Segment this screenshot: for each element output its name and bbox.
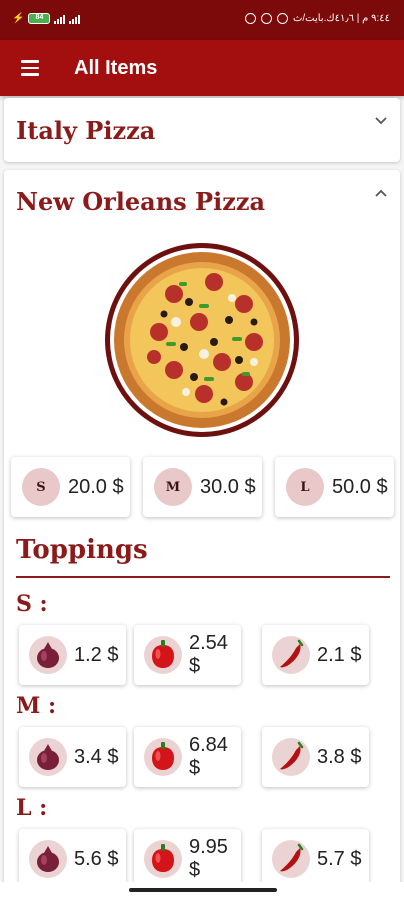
home-gesture-handle[interactable] xyxy=(129,888,277,892)
toppings-divider xyxy=(16,576,390,578)
hamburger-menu-icon[interactable] xyxy=(0,40,60,96)
app-bar: All Items xyxy=(0,40,404,96)
topping-card-onion[interactable]: 1.2 $ xyxy=(19,625,126,685)
size-badge: M xyxy=(154,468,192,506)
topping-price: 2.54 $ xyxy=(189,632,228,677)
vpn-icon xyxy=(244,13,256,24)
chili-pepper-icon xyxy=(272,738,310,776)
chili-pepper-icon xyxy=(272,636,310,674)
topping-card-chili[interactable]: 2.1 $ xyxy=(262,625,369,685)
topping-price: 1.2 $ xyxy=(74,643,119,666)
size-price-card-l[interactable]: L 50.0 $ xyxy=(275,457,394,517)
status-left: ⚡ 84 xyxy=(12,13,81,24)
size-price-card-m[interactable]: M 30.0 $ xyxy=(143,457,262,517)
signal-icon xyxy=(54,14,66,24)
system-nav-bar xyxy=(0,882,404,900)
category-title[interactable]: New Orleans Pizza xyxy=(16,187,265,216)
size-price: 20.0 $ xyxy=(68,475,124,498)
size-price-card-s[interactable]: S 20.0 $ xyxy=(11,457,130,517)
pizza-image xyxy=(104,242,300,438)
bell-pepper-icon xyxy=(144,636,182,674)
data-saver-icon xyxy=(260,13,272,24)
topping-card-chili[interactable]: 5.7 $ xyxy=(262,829,369,889)
chevron-down-icon[interactable] xyxy=(374,114,388,128)
toppings-title: Toppings xyxy=(16,535,148,565)
onion-icon xyxy=(29,840,67,878)
status-right: ٩:٤٤ م | ٤١٫٦ك.بايت/ث xyxy=(244,13,390,24)
topping-card-bell-pepper[interactable]: 6.84 $ xyxy=(134,727,241,787)
category-card-italy[interactable]: Italy Pizza xyxy=(4,98,400,162)
topping-card-bell-pepper[interactable]: 2.54 $ xyxy=(134,625,241,685)
bell-pepper-icon xyxy=(144,738,182,776)
topping-size-label-m: M : xyxy=(16,693,57,719)
topping-price: 6.84 $ xyxy=(189,734,228,779)
status-bar: ⚡ 84 ٩:٤٤ م | ٤١٫٦ك.بايت/ث xyxy=(0,0,404,40)
chevron-up-icon[interactable] xyxy=(374,186,388,200)
page-title: All Items xyxy=(74,56,158,79)
topping-price: 9.95 $ xyxy=(189,836,228,881)
size-price: 50.0 $ xyxy=(332,475,388,498)
topping-price: 5.6 $ xyxy=(74,847,119,870)
topping-price: 2.1 $ xyxy=(317,643,362,666)
onion-icon xyxy=(29,636,67,674)
charging-icon: ⚡ xyxy=(12,13,25,24)
topping-card-chili[interactable]: 3.8 $ xyxy=(262,727,369,787)
topping-size-label-s: S : xyxy=(16,591,48,617)
size-badge: S xyxy=(22,468,60,506)
onion-icon xyxy=(29,738,67,776)
size-badge: L xyxy=(286,468,324,506)
status-text: ٩:٤٤ م | ٤١٫٦ك.بايت/ث xyxy=(292,13,390,24)
bell-pepper-icon xyxy=(144,840,182,878)
category-title: Italy Pizza xyxy=(16,116,156,145)
topping-price: 5.7 $ xyxy=(317,847,362,870)
topping-price: 3.4 $ xyxy=(74,745,119,768)
battery-icon: 84 xyxy=(28,13,51,24)
signal-icon-2 xyxy=(69,14,81,24)
topping-size-label-l: L : xyxy=(16,795,48,821)
alarm-icon xyxy=(276,13,288,24)
topping-card-onion[interactable]: 5.6 $ xyxy=(19,829,126,889)
size-price: 30.0 $ xyxy=(200,475,256,498)
topping-card-bell-pepper[interactable]: 9.95 $ xyxy=(134,829,241,889)
topping-card-onion[interactable]: 3.4 $ xyxy=(19,727,126,787)
chili-pepper-icon xyxy=(272,840,310,878)
topping-price: 3.8 $ xyxy=(317,745,362,768)
